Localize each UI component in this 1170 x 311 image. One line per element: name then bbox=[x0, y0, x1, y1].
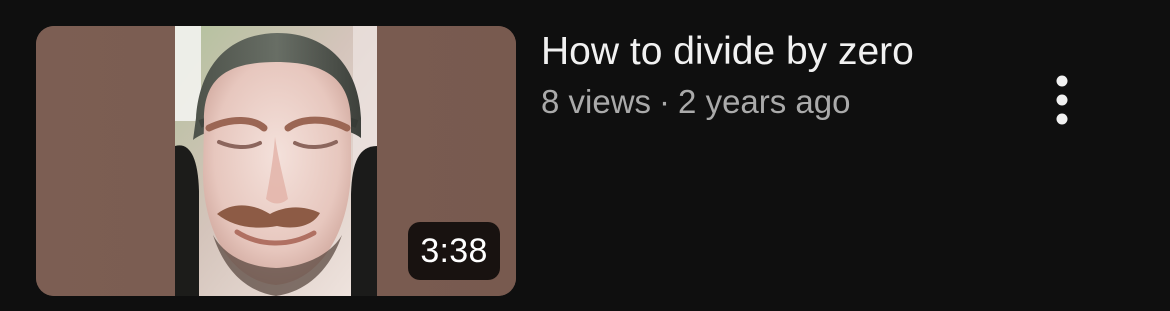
video-title[interactable]: How to divide by zero bbox=[541, 28, 1021, 76]
thumbnail-video-frame bbox=[175, 26, 377, 296]
upload-age: 2 years ago bbox=[678, 83, 851, 120]
metadata-separator: · bbox=[659, 83, 671, 120]
video-thumbnail[interactable]: 3:38 bbox=[36, 26, 516, 296]
video-details[interactable]: How to divide by zero 8 views · 2 years ag… bbox=[541, 28, 1021, 124]
video-metadata: 8 views · 2 years ago bbox=[541, 80, 1021, 124]
more-options-button[interactable] bbox=[1036, 70, 1088, 130]
view-count: 8 views bbox=[541, 83, 652, 120]
video-list-item[interactable]: 3:38 How to divide by zero 8 views · 2 yea… bbox=[0, 0, 1170, 311]
thumbnail-image-art bbox=[175, 26, 377, 296]
duration-badge: 3:38 bbox=[408, 222, 500, 280]
more-vertical-icon bbox=[1056, 75, 1068, 125]
